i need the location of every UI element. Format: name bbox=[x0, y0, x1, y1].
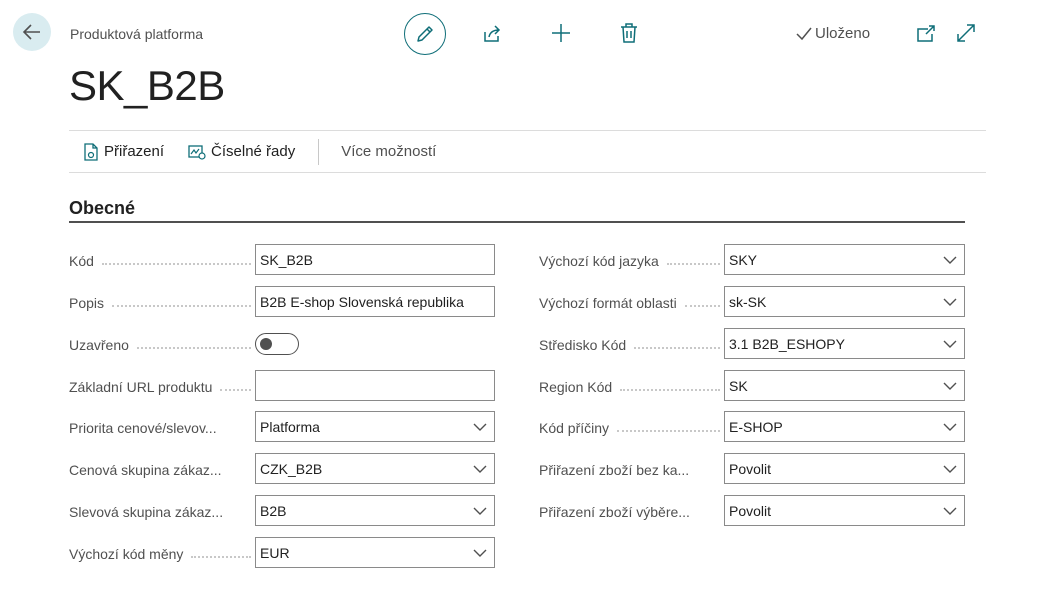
field-label-region-format: Výchozí formát oblasti bbox=[539, 293, 720, 313]
chevron-down-icon bbox=[936, 454, 964, 483]
chevron-down-icon bbox=[466, 454, 494, 483]
back-button[interactable] bbox=[13, 13, 51, 51]
open-in-new-window-button[interactable] bbox=[912, 20, 940, 48]
section-title[interactable]: Obecné bbox=[69, 198, 135, 219]
popis-input[interactable]: B2B E-shop Slovenská republika bbox=[255, 286, 495, 317]
page-title: SK_B2B bbox=[69, 62, 225, 109]
chevron-down-icon bbox=[466, 538, 494, 567]
plus-icon bbox=[552, 24, 570, 42]
toggle-knob bbox=[260, 338, 272, 350]
chevron-down-icon bbox=[936, 245, 964, 274]
chevron-down-icon bbox=[466, 412, 494, 441]
share-icon bbox=[484, 25, 501, 42]
chevron-down-icon bbox=[936, 412, 964, 441]
breadcrumb: Produktová platforma bbox=[70, 26, 204, 42]
field-label-price-priority: Priorita cenové/slevov... bbox=[69, 420, 217, 436]
base-url-input[interactable] bbox=[255, 370, 495, 401]
chevron-down-icon bbox=[466, 496, 494, 525]
field-label-reason-code: Kód příčiny bbox=[539, 418, 720, 438]
field-label-item-assignment-selection: Přiřazení zboží výběre... bbox=[539, 504, 690, 520]
language-code-select[interactable]: SKY bbox=[724, 244, 965, 275]
customer-discount-group-select[interactable]: B2B bbox=[255, 495, 495, 526]
action-bar: Přiřazení Číselné řady Více možností bbox=[69, 130, 986, 173]
field-label-customer-price-group: Cenová skupina zákaz... bbox=[69, 462, 222, 478]
price-priority-select[interactable]: Platforma bbox=[255, 411, 495, 442]
number-series-action[interactable]: Číselné řady bbox=[188, 143, 295, 160]
share-button[interactable] bbox=[478, 20, 506, 48]
delete-button[interactable] bbox=[615, 19, 643, 47]
expand-button[interactable] bbox=[952, 19, 980, 47]
edit-button[interactable] bbox=[404, 13, 446, 55]
chevron-down-icon bbox=[936, 287, 964, 316]
region-format-select[interactable]: sk-SK bbox=[724, 286, 965, 317]
field-label-popis: Popis bbox=[69, 293, 251, 313]
checkmark-icon bbox=[796, 27, 812, 40]
arrow-left-icon bbox=[22, 24, 40, 40]
saved-status: Uloženo bbox=[796, 25, 870, 42]
assignment-action[interactable]: Přiřazení bbox=[83, 142, 165, 161]
chevron-down-icon bbox=[936, 496, 964, 525]
more-options-button[interactable]: Více možností bbox=[341, 143, 436, 160]
chevron-down-icon bbox=[936, 371, 964, 400]
item-assignment-no-category-select[interactable]: Povolit bbox=[724, 453, 965, 484]
item-assignment-selection-select[interactable]: Povolit bbox=[724, 495, 965, 526]
pencil-icon bbox=[417, 26, 433, 42]
field-label-item-assignment-no-category: Přiřazení zboží bez ka... bbox=[539, 462, 690, 478]
action-bar-divider bbox=[318, 138, 320, 165]
field-label-region-code: Region Kód bbox=[539, 377, 720, 397]
field-label-currency-code: Výchozí kód měny bbox=[69, 544, 251, 564]
cost-center-code-select[interactable]: 3.1 B2B_ESHOPY bbox=[724, 328, 965, 359]
field-label-customer-discount-group: Slevová skupina zákaz... bbox=[69, 504, 224, 520]
field-label-uzavreno: Uzavřeno bbox=[69, 335, 251, 355]
assignment-action-label: Přiřazení bbox=[104, 143, 165, 160]
trash-icon bbox=[621, 23, 637, 43]
section-divider bbox=[69, 221, 965, 223]
open-new-window-icon bbox=[917, 25, 935, 42]
expand-icon bbox=[957, 24, 975, 42]
saved-status-label: Uloženo bbox=[815, 25, 871, 42]
reason-code-select[interactable]: E-SHOP bbox=[724, 411, 965, 442]
uzavreno-toggle[interactable] bbox=[255, 333, 299, 355]
chevron-down-icon bbox=[936, 329, 964, 358]
kod-input[interactable]: SK_B2B bbox=[255, 244, 495, 275]
customer-price-group-select[interactable]: CZK_B2B bbox=[255, 453, 495, 484]
field-label-cost-center-code: Středisko Kód bbox=[539, 335, 720, 355]
number-series-icon bbox=[188, 144, 206, 160]
currency-code-select[interactable]: EUR bbox=[255, 537, 495, 568]
assignment-doc-icon bbox=[84, 142, 98, 161]
field-label-kod: Kód bbox=[69, 251, 251, 271]
field-label-base-url: Základní URL produktu bbox=[69, 377, 251, 397]
add-button[interactable] bbox=[547, 19, 575, 47]
field-label-language-code: Výchozí kód jazyka bbox=[539, 251, 720, 271]
region-code-select[interactable]: SK bbox=[724, 370, 965, 401]
number-series-action-label: Číselné řady bbox=[211, 143, 296, 160]
